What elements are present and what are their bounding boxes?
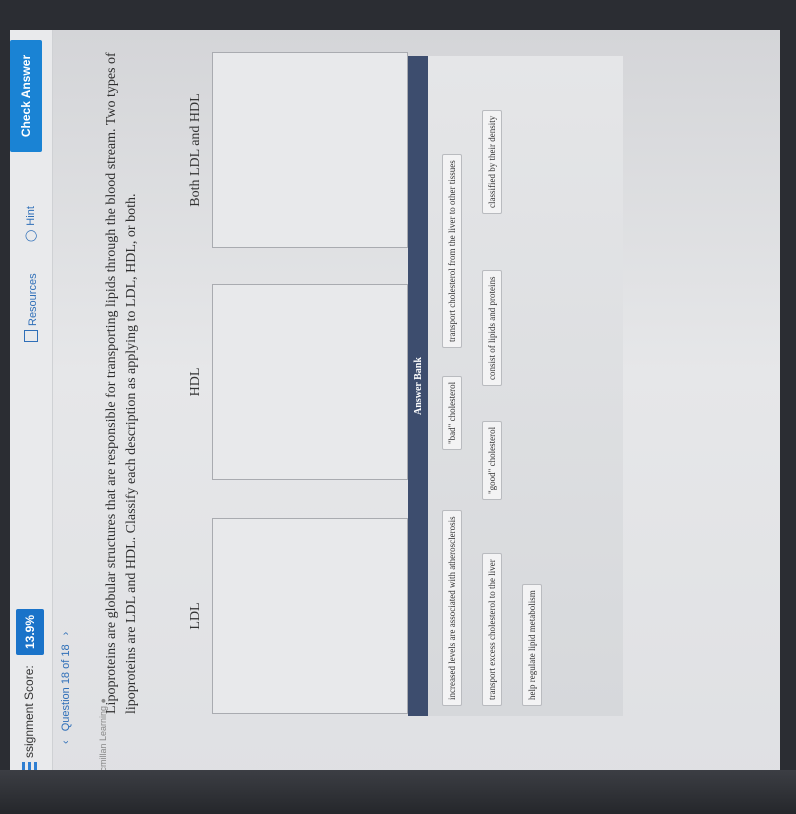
question-line-2: lipoproteins are LDL and HDL. Classify e… xyxy=(124,193,139,714)
document-icon xyxy=(24,330,38,342)
answer-tile[interactable]: help regulate lipid metabolism xyxy=(522,584,542,706)
score-badge: 13.9% xyxy=(16,609,44,655)
assignment-page: ssignment Score: 13.9% Resources ◯ Hint C… xyxy=(10,30,780,790)
answer-tile[interactable]: "good" cholesterol xyxy=(482,420,502,500)
answer-tile[interactable]: transport cholesterol from the liver to … xyxy=(442,154,462,348)
question-counter: Question 18 of 18 xyxy=(60,644,72,732)
previous-question-icon[interactable]: ‹ xyxy=(60,740,72,744)
drop-zone-both[interactable] xyxy=(212,52,408,248)
answer-bank-title: Answer Bank xyxy=(408,56,428,716)
answer-tile[interactable]: increased levels are associated with ath… xyxy=(442,510,462,706)
question-line-1: Lipoproteins are globular structures tha… xyxy=(104,52,119,714)
photo-shadow xyxy=(0,770,796,814)
question-prompt: Lipoproteins are globular structures tha… xyxy=(102,14,142,714)
photo-stage: ssignment Score: 13.9% Resources ◯ Hint C… xyxy=(0,0,796,814)
resources-label: Resources xyxy=(27,273,39,326)
lightbulb-icon: ◯ xyxy=(25,229,37,242)
answer-tile[interactable]: "bad" cholesterol xyxy=(442,375,462,450)
next-question-icon[interactable]: › xyxy=(60,632,72,636)
top-bar: ssignment Score: 13.9% Resources ◯ Hint C… xyxy=(10,30,53,790)
question-navigation: ‹ Question 18 of 18 › xyxy=(60,626,82,750)
answer-tile[interactable]: classified by their density xyxy=(482,109,502,214)
resources-link[interactable]: Resources xyxy=(24,273,39,342)
column-title-ldl: LDL xyxy=(188,602,203,630)
drop-zone-hdl[interactable] xyxy=(212,284,408,480)
drop-zone-ldl[interactable] xyxy=(212,518,408,714)
assignment-score-label: ssignment Score: xyxy=(22,665,36,758)
answer-bank: Answer Bank increased levels are associa… xyxy=(408,56,623,716)
hint-label: Hint xyxy=(25,206,37,226)
answer-tile[interactable]: transport excess cholesterol to the live… xyxy=(482,553,502,706)
column-title-hdl: HDL xyxy=(188,367,203,397)
check-answer-button[interactable]: Check Answer xyxy=(10,40,42,152)
column-title-both: Both LDL and HDL xyxy=(188,93,203,207)
answer-tile[interactable]: consist of lipids and proteins xyxy=(482,270,502,386)
hint-link[interactable]: ◯ Hint xyxy=(24,206,37,242)
